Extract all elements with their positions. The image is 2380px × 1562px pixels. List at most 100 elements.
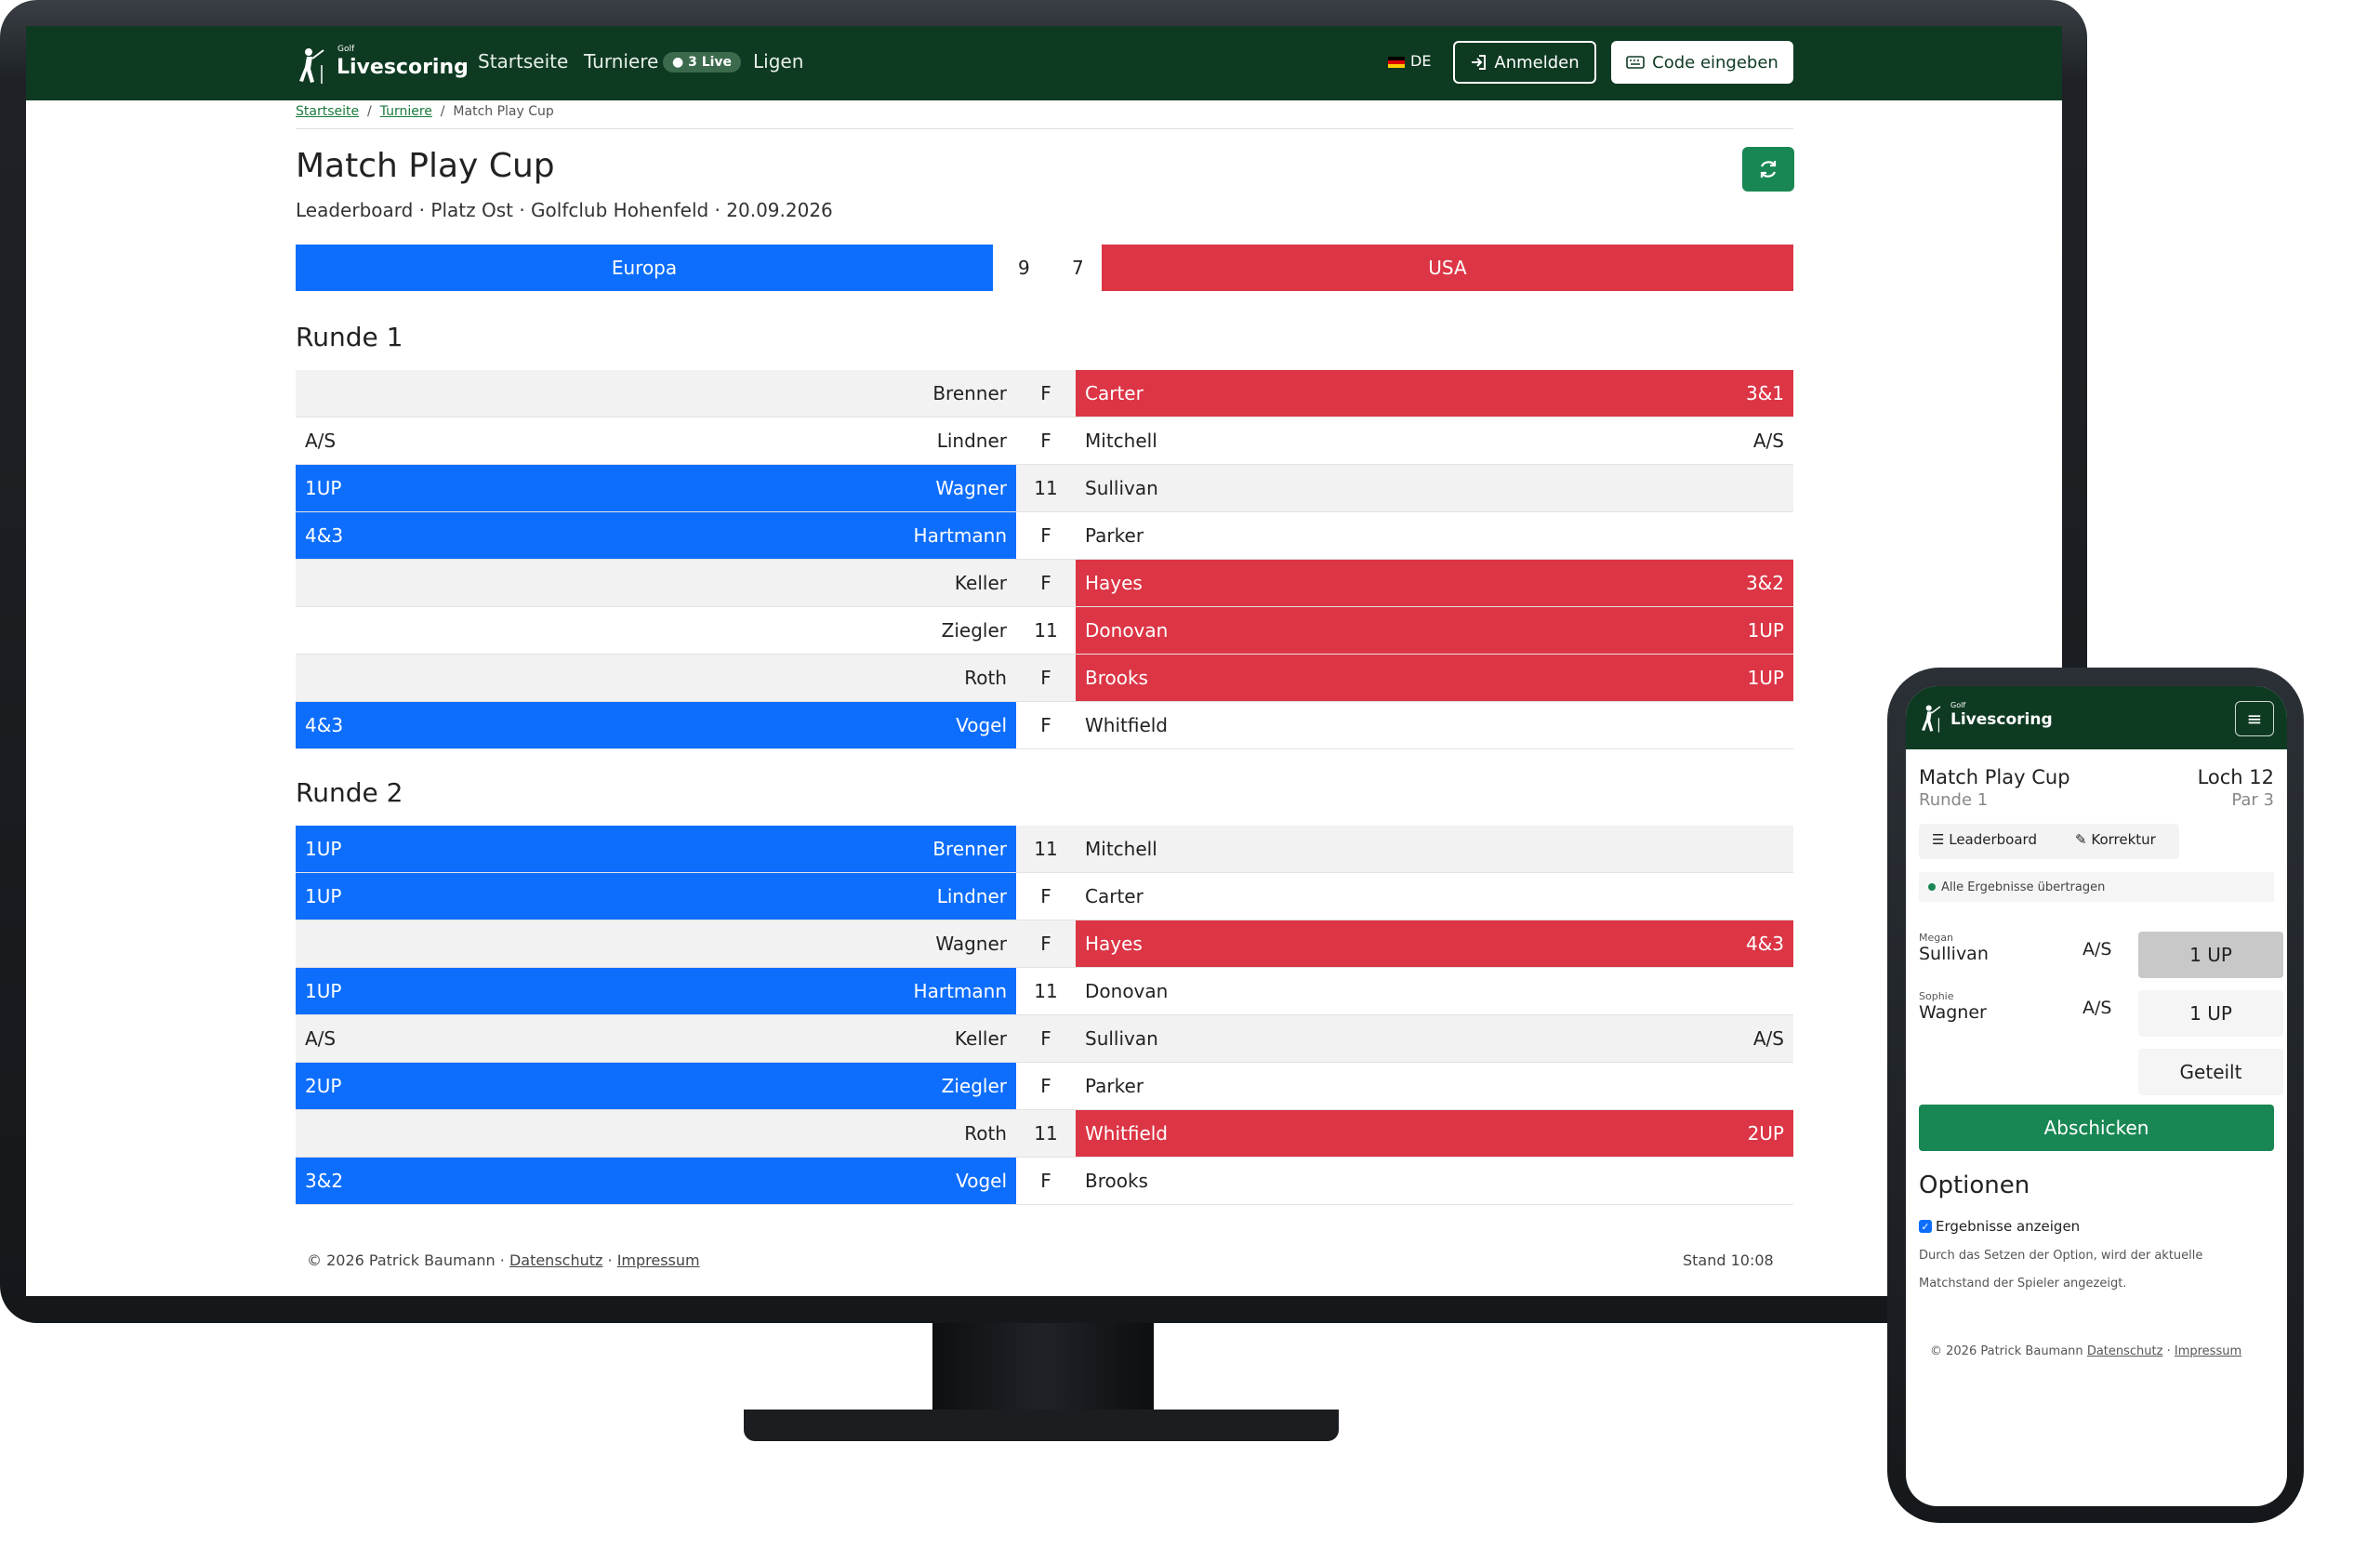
match-row[interactable]: Wagner F Hayes 4&3 [296, 920, 1793, 968]
login-icon [1472, 55, 1487, 70]
score-europe: 9 [1018, 257, 1030, 279]
player2-state: A/S [2082, 998, 2112, 1018]
hamburger-menu-button[interactable]: ≡ [2235, 701, 2274, 736]
phone-title: Match Play Cup [1919, 766, 2070, 788]
usa-player-name: Hayes [1085, 933, 1143, 955]
phone-navbar: Golf Livescoring ≡ [1906, 686, 2287, 749]
match-status: F [1040, 714, 1051, 736]
round-1-heading: Runde 1 [296, 322, 403, 352]
player2-lastname: Wagner [1919, 1002, 1987, 1023]
match-status: F [1040, 1170, 1051, 1192]
europe-player-cell: 1UP Wagner [296, 465, 1016, 511]
match-row[interactable]: 4&3 Vogel F Whitfield [296, 702, 1793, 749]
europe-player-name: Vogel [956, 714, 1007, 736]
usa-result: 2UP [1747, 1122, 1784, 1145]
match-row[interactable]: 1UP Brenner 11 Mitchell [296, 826, 1793, 873]
usa-player-cell: Mitchell [1076, 826, 1793, 872]
match-status: F [1040, 524, 1051, 547]
show-results-checkbox[interactable]: ✓ Ergebnisse anzeigen [1919, 1218, 2080, 1235]
usa-player-name: Whitfield [1085, 1122, 1169, 1145]
europe-player-cell: 1UP Hartmann [296, 968, 1016, 1014]
monitor-stand-base [744, 1410, 1339, 1441]
status-dot-icon [1928, 883, 1936, 891]
match-row[interactable]: Roth 11 Whitfield 2UP [296, 1110, 1793, 1158]
match-row[interactable]: 2UP Ziegler F Parker [296, 1063, 1793, 1110]
usa-player-cell: Sullivan A/S [1076, 1015, 1793, 1062]
submit-button[interactable]: Abschicken [1919, 1105, 2274, 1151]
brand-name: Livescoring [337, 56, 469, 79]
option-description: Durch das Setzen der Option, wird der ak… [1919, 1249, 2203, 1291]
player2-up-button[interactable]: 1 UP [2138, 990, 2283, 1037]
match-row[interactable]: 3&2 Vogel F Brooks [296, 1158, 1793, 1205]
europe-player-cell: 2UP Ziegler [296, 1063, 1016, 1109]
tab-correction[interactable]: ✎ Korrektur [2075, 831, 2156, 848]
usa-player-name: Carter [1085, 885, 1144, 907]
phone-tabs: ☰ Leaderboard ✎ Korrektur [1919, 824, 2179, 859]
usa-player-cell: Parker [1076, 1063, 1793, 1109]
footer-copyright: © 2026 Patrick Baumann · [307, 1251, 505, 1269]
refresh-button[interactable] [1742, 147, 1794, 192]
usa-result: 1UP [1747, 619, 1784, 642]
nav-tournaments[interactable]: Turniere [584, 50, 658, 73]
usa-player-cell: Brooks 1UP [1076, 655, 1793, 701]
login-button[interactable]: Anmelden [1453, 41, 1596, 84]
phone-footer-separator: · [2166, 1344, 2171, 1358]
match-row[interactable]: 1UP Lindner F Carter [296, 873, 1793, 920]
brand-small: Golf [337, 45, 355, 54]
match-row[interactable]: A/S Lindner F Mitchell A/S [296, 417, 1793, 465]
language-label: DE [1410, 52, 1432, 70]
usa-result: 3&2 [1745, 572, 1784, 594]
match-status: F [1040, 1075, 1051, 1097]
tab-leaderboard[interactable]: ☰ Leaderboard [1932, 831, 2037, 848]
match-status: 11 [1034, 477, 1058, 499]
breadcrumb-tournaments[interactable]: Turniere [380, 104, 432, 119]
match-row[interactable]: Ziegler 11 Donovan 1UP [296, 607, 1793, 655]
europe-result: 1UP [305, 885, 342, 907]
europe-player-name: Ziegler [941, 619, 1007, 642]
score-usa: 7 [1072, 257, 1084, 279]
europe-result: 4&3 [305, 714, 344, 736]
footer-imprint-link[interactable]: Impressum [617, 1251, 700, 1269]
usa-player-name: Brooks [1085, 1170, 1148, 1192]
phone-footer-imprint-link[interactable]: Impressum [2175, 1344, 2241, 1358]
usa-result: 1UP [1747, 667, 1784, 689]
match-row[interactable]: Brenner F Carter 3&1 [296, 370, 1793, 417]
breadcrumb-current: Match Play Cup [453, 104, 554, 119]
breadcrumb-home[interactable]: Startseite [296, 104, 359, 119]
usa-player-name: Hayes [1085, 572, 1143, 594]
phone-footer: © 2026 Patrick Baumann Datenschutz · Imp… [1930, 1344, 2241, 1358]
player1-up-button[interactable]: 1 UP [2138, 932, 2283, 978]
europe-player-cell: Ziegler [296, 607, 1016, 654]
halved-button[interactable]: Geteilt [2138, 1049, 2283, 1095]
usa-result: A/S [1752, 430, 1784, 452]
match-row[interactable]: 1UP Wagner 11 Sullivan [296, 465, 1793, 512]
europe-player-cell: A/S Lindner [296, 417, 1016, 464]
match-row[interactable]: Keller F Hayes 3&2 [296, 560, 1793, 607]
usa-player-cell: Hayes 4&3 [1076, 920, 1793, 967]
enter-code-button[interactable]: Code eingeben [1611, 41, 1793, 84]
usa-player-cell: Donovan 1UP [1076, 607, 1793, 654]
match-row[interactable]: 4&3 Hartmann F Parker [296, 512, 1793, 560]
golfer-icon [299, 48, 324, 84]
nav-leagues[interactable]: Ligen [753, 50, 803, 73]
usa-player-name: Carter [1085, 382, 1144, 404]
europe-player-cell: Roth [296, 1110, 1016, 1157]
round-2-table: 1UP Brenner 11 Mitchell 1UP Lindner F Carter Wag… [296, 826, 1793, 1205]
monitor-stand-neck [932, 1323, 1154, 1411]
europe-player-cell: Wagner [296, 920, 1016, 967]
match-row[interactable]: 1UP Hartmann 11 Donovan [296, 968, 1793, 1015]
footer-privacy-link[interactable]: Datenschutz [509, 1251, 602, 1269]
pencil-icon: ✎ [2075, 831, 2087, 848]
nav-home[interactable]: Startseite [478, 50, 568, 73]
match-status: F [1040, 430, 1051, 452]
language-switch[interactable]: DE [1388, 52, 1431, 70]
match-row[interactable]: A/S Keller F Sullivan A/S [296, 1015, 1793, 1063]
sync-status: Alle Ergebnisse übertragen [1919, 872, 2274, 902]
phone-footer-copyright: © 2026 Patrick Baumann [1930, 1344, 2083, 1358]
player1-firstname: Megan [1919, 932, 1953, 944]
phone-round: Runde 1 [1919, 790, 1989, 810]
phone-footer-privacy-link[interactable]: Datenschutz [2087, 1344, 2163, 1358]
live-badge-text: 3 Live [688, 55, 733, 70]
list-icon: ☰ [1932, 831, 1945, 848]
match-row[interactable]: Roth F Brooks 1UP [296, 655, 1793, 702]
